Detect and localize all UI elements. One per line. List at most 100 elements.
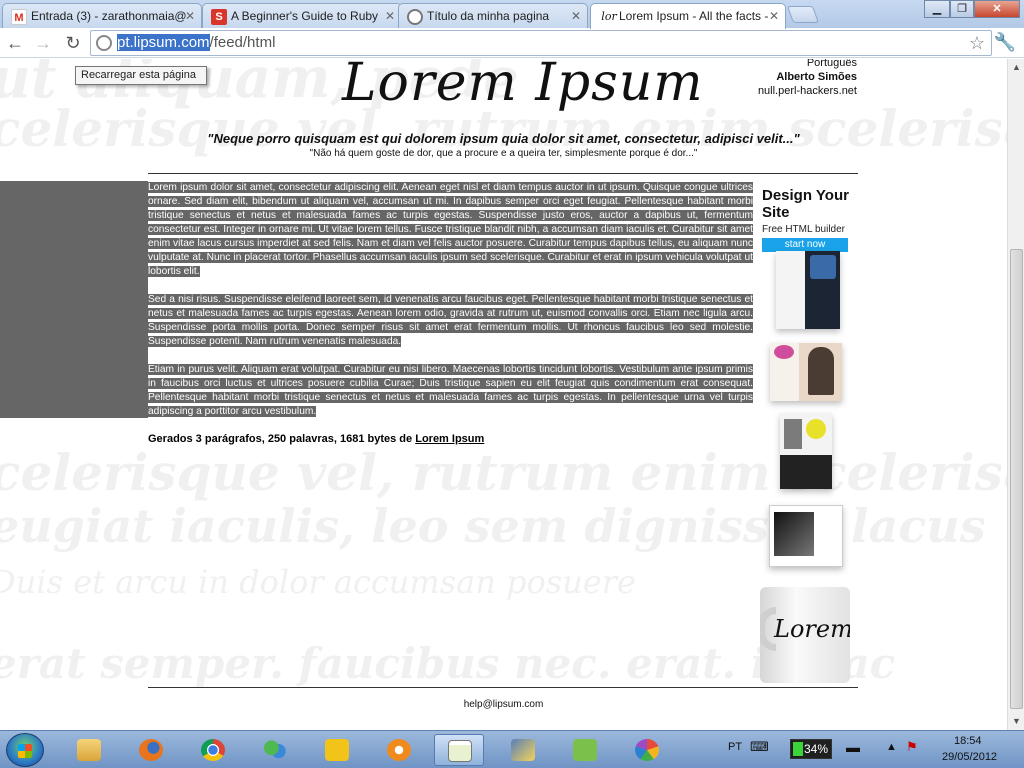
reload-button[interactable]: ↻ [62, 32, 84, 54]
face-image [784, 419, 802, 449]
explorer-icon[interactable] [64, 734, 114, 766]
bw-photo [774, 512, 814, 556]
minimize-button[interactable]: ▁ [924, 0, 950, 18]
messenger-icon[interactable] [250, 734, 300, 766]
clock-time[interactable]: 18:54 [954, 735, 982, 747]
language-link[interactable]: Português [807, 59, 857, 69]
tab-title: Título da minha pagina [427, 9, 550, 23]
tab-strip: M Entrada (3) - zarathonmaia@ ✕ S A Begi… [0, 0, 1024, 29]
generated-text[interactable]: Lorem ipsum dolor sit amet, consectetur … [148, 181, 753, 433]
ad-title: Design Your Site [762, 187, 849, 221]
picasa-icon[interactable] [622, 734, 672, 766]
notepad-icon[interactable] [434, 734, 484, 766]
bookmark-star-icon[interactable]: ☆ [969, 31, 985, 55]
close-window-button[interactable]: ✕ [974, 0, 1020, 18]
gmail-icon: M [11, 9, 27, 25]
gear-glyph [387, 739, 411, 761]
folder-glyph [77, 739, 101, 761]
settings-gear-icon[interactable] [374, 734, 424, 766]
page-info-icon[interactable] [96, 35, 112, 51]
address-bar[interactable]: pt.lipsum.com/feed/html ☆ [90, 30, 992, 56]
reload-tooltip: Recarregar esta página [75, 66, 207, 85]
quote-translation: "Não há quem goste de dor, que a procure… [309, 148, 698, 159]
footer-divider [148, 687, 858, 688]
template-thumbnail[interactable] [769, 505, 843, 567]
evernote-glyph [573, 739, 597, 761]
firefox-icon[interactable] [126, 734, 176, 766]
tab-title: A Beginner's Guide to Ruby [231, 9, 379, 23]
tab-gmail[interactable]: M Entrada (3) - zarathonmaia@ ✕ [2, 3, 202, 28]
url-path: /feed/html [209, 34, 276, 51]
paragraph: Etiam in purus velit. Aliquam erat volut… [148, 364, 753, 417]
keyboard-icon[interactable]: ⌨ [750, 739, 769, 755]
page-viewport: ut aliquam, pede celerisque vel, rutrum … [0, 59, 1007, 730]
new-tab-button[interactable] [786, 6, 820, 23]
tab-ruby-guide[interactable]: S A Beginner's Guide to Ruby ✕ [202, 3, 402, 28]
template-thumbnail[interactable] [776, 251, 840, 329]
network-glyph [511, 739, 535, 761]
background-line: Duis et arcu in dolor accumsan posuere [0, 563, 636, 601]
lorem-ipsum-mug[interactable]: Lorem Ip [760, 587, 850, 683]
browser-toolbar: ← → ↻ pt.lipsum.com/feed/html ☆ 🔧 [0, 28, 1024, 58]
author-site[interactable]: null.perl-hackers.net [758, 85, 857, 97]
tab-titulo[interactable]: Título da minha pagina ✕ [398, 3, 588, 28]
chrome-icon[interactable] [188, 734, 238, 766]
notepad-glyph [448, 740, 472, 762]
selection-highlight [0, 181, 148, 418]
summary-text: Gerados 3 parágrafos, 250 palavras, 1681… [148, 433, 413, 445]
lorem-ipsum-link[interactable]: Lorem Ipsum [415, 433, 484, 445]
battery-percent: 34% [803, 742, 828, 756]
network-icon[interactable] [498, 734, 548, 766]
latin-quote: "Neque porro quisquam est qui dolorem ip… [207, 131, 800, 146]
site-logo[interactable]: Lorem Ipsum [342, 59, 704, 113]
scroll-down-arrow[interactable]: ▼ [1008, 713, 1024, 730]
ad-subtitle: Free HTML builder [762, 224, 845, 235]
paragraph: Lorem ipsum dolor sit amet, consectetur … [148, 182, 753, 277]
battery-indicator[interactable]: 34% [790, 739, 832, 759]
tab-lorem-ipsum[interactable]: lor Lorem Ipsum - All the facts - ✕ [590, 3, 786, 29]
picasa-glyph [635, 739, 659, 761]
template-thumbnail[interactable] [770, 343, 842, 401]
thumbnail-photo [810, 255, 836, 279]
globe-icon [407, 9, 423, 25]
flowers-image [774, 345, 794, 359]
scroll-up-arrow[interactable]: ▲ [1008, 59, 1024, 76]
evernote-icon[interactable] [560, 734, 610, 766]
wrench-menu-icon[interactable]: 🔧 [994, 32, 1016, 53]
show-hidden-icons-icon[interactable]: ▲ [886, 741, 897, 753]
generation-summary: Gerados 3 parágrafos, 250 palavras, 1681… [148, 433, 484, 445]
forward-button[interactable]: → [32, 32, 54, 54]
background-line: celerisque vel, rutrum enim scelerisque [0, 443, 1007, 502]
close-tab-icon[interactable]: ✕ [571, 9, 581, 23]
lorem-ipsum-icon: lor [601, 10, 617, 23]
back-button[interactable]: ← [4, 32, 26, 54]
language-indicator[interactable]: PT [728, 741, 742, 753]
thunderbird-icon[interactable] [312, 734, 362, 766]
windows-taskbar: PT ⌨ 34% ▬ ▲ ⚑ 18:54 29/05/2012 [0, 730, 1024, 768]
url-host: pt.lipsum.com [117, 34, 210, 51]
action-center-icon[interactable]: ⚑ [906, 739, 918, 755]
slideshare-icon: S [211, 9, 227, 25]
scroll-thumb[interactable] [1010, 249, 1023, 709]
header-divider [148, 173, 858, 174]
vertical-scrollbar[interactable]: ▲ ▼ [1007, 59, 1024, 730]
close-tab-icon[interactable]: ✕ [185, 9, 195, 23]
template-thumbnail[interactable] [780, 413, 832, 489]
clock-date[interactable]: 29/05/2012 [942, 751, 997, 763]
start-button[interactable] [6, 733, 44, 767]
power-plug-icon[interactable]: ▬ [846, 739, 860, 755]
messenger-glyph [263, 739, 287, 761]
contact-email[interactable]: help@lipsum.com [0, 699, 1007, 710]
thunderbird-glyph [325, 739, 349, 761]
close-tab-icon[interactable]: ✕ [769, 9, 779, 23]
portrait-image [808, 347, 834, 395]
close-tab-icon[interactable]: ✕ [385, 9, 395, 23]
author-name: Alberto Simões [776, 71, 857, 83]
yellow-circle [806, 419, 826, 439]
start-now-button[interactable]: start now [762, 238, 848, 252]
maximize-button[interactable]: ❐ [950, 0, 974, 18]
mug-text: Lorem Ip [774, 615, 850, 643]
chrome-glyph [201, 739, 225, 761]
design-site-ad[interactable]: Design Your Site Free HTML builder start… [762, 187, 854, 252]
paragraph: Sed a nisi risus. Suspendisse eleifend l… [148, 294, 753, 347]
